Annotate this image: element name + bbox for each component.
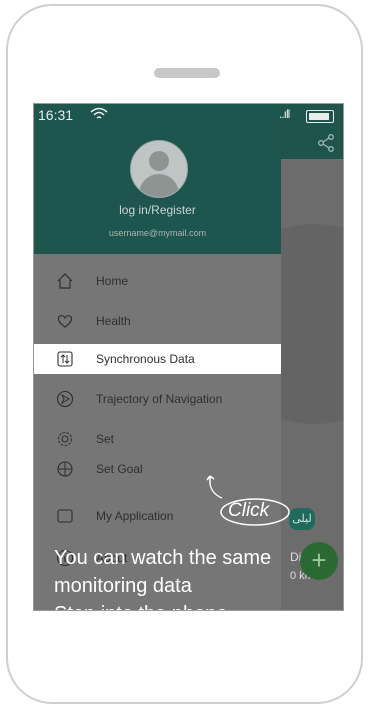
navigation-icon (56, 390, 74, 408)
menu-label: Health (96, 314, 131, 328)
bg-chip: لیلی (289, 508, 315, 530)
navigation-drawer: log in/Register username@mymail.com Home… (34, 104, 281, 610)
add-fab-button[interactable]: + (300, 542, 338, 580)
gear-icon (57, 431, 73, 447)
status-bar: 16:31 ..ıll (34, 104, 343, 126)
menu-label: My Application (96, 509, 174, 523)
share-icon[interactable] (317, 134, 335, 152)
menu-item-health[interactable]: Health (34, 306, 281, 336)
phone-speaker (154, 68, 220, 78)
home-icon (57, 273, 73, 289)
wifi-icon (90, 107, 108, 119)
goal-icon (57, 461, 73, 477)
tutorial-line-3: Step into the phone (54, 600, 271, 610)
menu-label: Set (96, 432, 115, 446)
menu-item-home[interactable]: Home (34, 266, 281, 296)
sync-icon (57, 351, 73, 367)
menu-item-set-goal[interactable]: Set Goal (34, 454, 281, 484)
app-icon (57, 509, 73, 523)
status-time: 16:31 (38, 107, 74, 123)
tutorial-line-2: monitoring data (54, 575, 192, 597)
click-hint: Click (228, 500, 270, 521)
menu-item-synchronous-data[interactable]: Synchronous Data (34, 344, 281, 374)
menu-label: Home (96, 274, 129, 288)
battery-icon (306, 110, 334, 123)
signal-icon: ..ıll (279, 107, 290, 121)
menu-label: Set Goal (96, 462, 143, 476)
tutorial-line-1: You can watch the same (54, 547, 272, 569)
menu-label: Trajectory of Navigation (96, 392, 223, 406)
user-email: username@mymail.com (108, 228, 207, 238)
heart-icon (57, 315, 73, 328)
tutorial-message: You can watch the same monitoring data S… (54, 544, 272, 610)
menu-item-set[interactable]: Set (34, 424, 281, 454)
avatar[interactable] (130, 140, 188, 198)
menu-item-trajectory[interactable]: Trajectory of Navigation (34, 384, 281, 414)
drawer-header: log in/Register username@mymail.com (34, 104, 281, 254)
login-register-link[interactable]: log in/Register (34, 203, 281, 217)
menu-label: Synchronous Data (96, 352, 195, 366)
app-screen: لیلی Dis 0 km + 16:31 ..ıll log in/Regis… (33, 103, 344, 611)
